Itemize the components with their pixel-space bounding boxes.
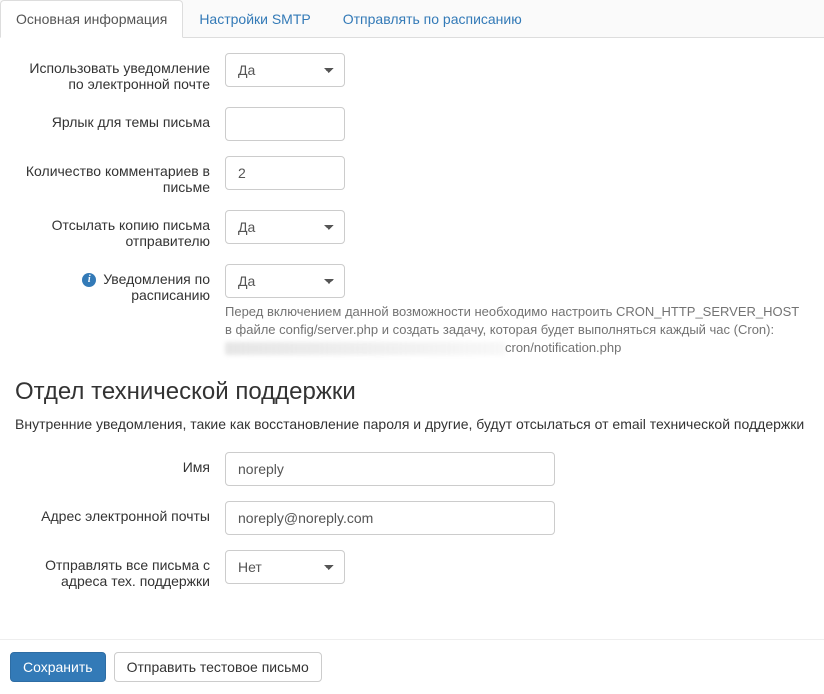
schedule-notif-select[interactable]: Да: [225, 264, 345, 298]
tab-basic-info[interactable]: Основная информация: [0, 0, 183, 38]
footer-buttons: Сохранить Отправить тестовое письмо: [0, 639, 824, 694]
schedule-notif-label: i Уведомления по расписанию: [15, 264, 225, 303]
schedule-help-line1: Перед включением данной возможности необ…: [225, 304, 799, 337]
support-section-desc: Внутренние уведомления, такие как восста…: [15, 416, 809, 432]
comments-count-label: Количество комментариев в письме: [15, 156, 225, 195]
support-email-input[interactable]: [225, 501, 555, 535]
subject-label-input[interactable]: [225, 107, 345, 141]
send-test-button[interactable]: Отправить тестовое письмо: [114, 652, 322, 682]
send-all-support-label: Отправлять все письма с адреса тех. подд…: [15, 550, 225, 589]
save-button[interactable]: Сохранить: [10, 652, 106, 682]
send-copy-label: Отсылать копию письма отправителю: [15, 210, 225, 249]
tab-smtp-settings[interactable]: Настройки SMTP: [183, 0, 326, 38]
blurred-path: [225, 342, 505, 355]
schedule-notif-label-text: Уведомления по расписанию: [103, 271, 210, 303]
use-email-notif-select[interactable]: Да: [225, 53, 345, 87]
support-email-label: Адрес электронной почты: [15, 501, 225, 524]
info-icon[interactable]: i: [82, 273, 96, 287]
subject-label-label: Ярлык для темы письма: [15, 107, 225, 130]
use-email-notif-label: Использовать уведомление по электронной …: [15, 53, 225, 92]
tabs-bar: Основная информация Настройки SMTP Отпра…: [0, 0, 824, 38]
form-container: Использовать уведомление по электронной …: [0, 38, 824, 619]
tab-schedule-send[interactable]: Отправлять по расписанию: [327, 0, 538, 38]
send-all-support-select[interactable]: Нет: [225, 550, 345, 584]
comments-count-input[interactable]: [225, 156, 345, 190]
schedule-help-line2: cron/notification.php: [505, 340, 621, 355]
support-name-input[interactable]: [225, 452, 555, 486]
send-copy-select[interactable]: Да: [225, 210, 345, 244]
support-name-label: Имя: [15, 452, 225, 475]
support-section-heading: Отдел технической поддержки: [15, 378, 809, 406]
schedule-notif-help: Перед включением данной возможности необ…: [225, 303, 809, 358]
